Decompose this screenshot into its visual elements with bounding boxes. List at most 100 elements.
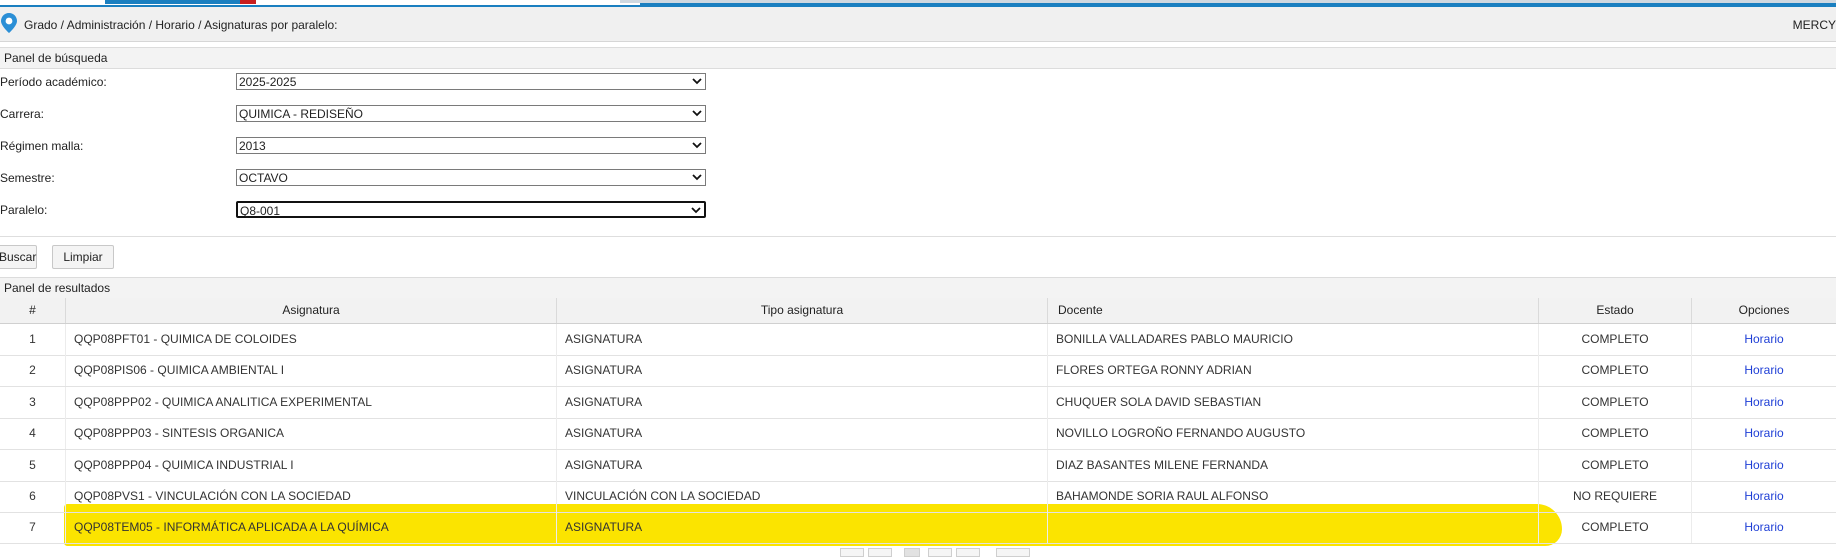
cell-status-text: COMPLETO <box>1581 426 1649 441</box>
cell-options: Horario <box>1692 324 1836 355</box>
cell-teacher: NOVILLO LOGROÑO FERNANDO AUGUSTO <box>1048 418 1539 450</box>
col-header-options: Opciones <box>1738 303 1790 317</box>
schedule-link[interactable]: Horario <box>1744 458 1783 472</box>
cell-type-text: ASIGNATURA <box>565 520 643 535</box>
chevron-down-icon <box>692 110 702 117</box>
breadcrumb: Grado / Administración / Horario / Asign… <box>24 18 338 32</box>
cell-number-text: 2 <box>29 363 36 378</box>
period-label: Período académico: <box>0 75 107 89</box>
schedule-link[interactable]: Horario <box>1744 363 1783 377</box>
page-size-select[interactable] <box>996 548 1030 557</box>
schedule-link[interactable]: Horario <box>1744 395 1783 409</box>
cell-type-text: VINCULACIÓN CON LA SOCIEDAD <box>565 489 761 503</box>
cell-subject-text: QQP08PPP02 - QUIMICA ANALITICA EXPERIMEN… <box>74 394 372 409</box>
cell-type: ASIGNATURA <box>557 324 1048 355</box>
regime-value: 2013 <box>239 139 266 153</box>
cell-teacher-text: FLORES ORTEGA RONNY ADRIAN <box>1056 363 1252 378</box>
chevron-down-icon <box>692 174 702 181</box>
user-name[interactable]: MERCY <box>1793 18 1836 32</box>
cell-number: 4 <box>0 418 66 450</box>
cell-teacher-text: DIAZ BASANTES MILENE FERNANDA <box>1056 457 1269 472</box>
cell-status: COMPLETO <box>1539 324 1692 355</box>
col-header-number[interactable]: # <box>0 298 66 323</box>
cell-subject: QQP08PFT01 - QUIMICA DE COLOIDES <box>66 324 557 355</box>
cell-subject-text: QQP08PVS1 - VINCULACIÓN CON LA SOCIEDAD <box>74 489 351 503</box>
parallel-value: Q8-001 <box>240 204 281 218</box>
cell-options: Horario <box>1692 387 1836 418</box>
schedule-link[interactable]: Horario <box>1744 426 1783 440</box>
table-row[interactable]: 5 QQP08PPP04 - QUIMICA INDUSTRIAL I ASIGNA… <box>0 449 1836 482</box>
cell-options: Horario <box>1692 418 1836 449</box>
cell-type: ASIGNATURA <box>557 512 1048 544</box>
current-page-button[interactable] <box>904 548 920 557</box>
parallel-row: Paralelo: Q8-001 <box>0 200 760 222</box>
table-row[interactable]: 2 QQP08PIS06 - QUIMICA AMBIENTAL I ASIGNAT… <box>0 355 1836 388</box>
cell-subject: QQP08PIS06 - QUIMICA AMBIENTAL I <box>66 355 557 387</box>
table-row[interactable]: 4 QQP08PPP03 - SINTESIS ORGANICA ASIGNATUR… <box>0 418 1836 451</box>
location-pin-icon <box>1 13 17 33</box>
cell-number-text: 7 <box>29 520 36 535</box>
cell-status-text: NO REQUIERE <box>1572 489 1657 503</box>
next-page-button[interactable] <box>928 548 952 557</box>
cell-status-text: COMPLETO <box>1581 394 1649 409</box>
col-header-type[interactable]: Tipo asignatura <box>557 298 1048 323</box>
cell-type-text: ASIGNATURA <box>565 426 643 441</box>
career-select[interactable]: QUIMICA - REDISEÑO <box>236 105 706 122</box>
cell-subject: QQP08TEM05 - INFORMÁTICA APLICADA A LA Q… <box>66 512 557 544</box>
semester-label: Semestre: <box>0 171 55 185</box>
table-row[interactable]: 1 QQP08PFT01 - QUIMICA DE COLOIDES ASIGNAT… <box>0 324 1836 356</box>
semester-select[interactable]: OCTAVO <box>236 169 706 186</box>
cell-teacher <box>1048 512 1539 544</box>
cell-status: COMPLETO <box>1539 386 1692 418</box>
col-header-status[interactable]: Estado <box>1539 298 1692 323</box>
schedule-link[interactable]: Horario <box>1744 489 1783 503</box>
search-button[interactable]: Buscar <box>0 245 37 269</box>
cell-status: COMPLETO <box>1539 449 1692 481</box>
cell-type-text: ASIGNATURA <box>565 332 643 346</box>
parallel-select[interactable]: Q8-001 <box>236 201 706 218</box>
results-panel-header: Panel de resultados <box>0 277 1836 299</box>
top-tab-area <box>0 0 640 5</box>
first-page-button[interactable] <box>840 548 864 557</box>
cell-teacher: CHUQUER SOLA DAVID SEBASTIAN <box>1048 386 1539 418</box>
schedule-link[interactable]: Horario <box>1744 332 1783 346</box>
schedule-link[interactable]: Horario <box>1744 520 1783 534</box>
cell-status: COMPLETO <box>1539 512 1692 544</box>
career-value: QUIMICA - REDISEÑO <box>239 107 364 121</box>
last-page-button[interactable] <box>956 548 980 557</box>
col-header-teacher[interactable]: Docente <box>1048 298 1539 323</box>
prev-page-button[interactable] <box>868 548 892 557</box>
top-strip <box>0 0 1836 7</box>
table-row[interactable]: 7 QQP08TEM05 - INFORMÁTICA APLICADA A LA … <box>0 512 1836 545</box>
cell-type: VINCULACIÓN CON LA SOCIEDAD <box>557 481 1048 512</box>
cell-subject-text: QQP08PPP04 - QUIMICA INDUSTRIAL I <box>74 457 294 472</box>
chevron-down-icon <box>692 142 702 149</box>
cell-options: Horario <box>1692 481 1836 512</box>
cell-status: COMPLETO <box>1539 355 1692 387</box>
cell-options: Horario <box>1692 355 1836 386</box>
table-row[interactable]: 6 QQP08PVS1 - VINCULACIÓN CON LA SOCIEDAD… <box>0 481 1836 513</box>
top-tab-red-mark <box>240 0 256 4</box>
cell-type: ASIGNATURA <box>557 418 1048 450</box>
top-tab-accent <box>105 0 255 4</box>
search-divider <box>0 236 1836 237</box>
table-row[interactable]: 3 QQP08PPP02 - QUIMICA ANALITICA EXPERIME… <box>0 386 1836 419</box>
cell-teacher-text: NOVILLO LOGROÑO FERNANDO AUGUSTO <box>1056 426 1306 441</box>
period-select[interactable]: 2025-2025 <box>236 73 706 90</box>
cell-teacher-text: CHUQUER SOLA DAVID SEBASTIAN <box>1056 394 1262 409</box>
cell-type-text: ASIGNATURA <box>565 363 643 378</box>
cell-teacher: DIAZ BASANTES MILENE FERNANDA <box>1048 449 1539 481</box>
cell-teacher-text: BAHAMONDE SORIA RAUL ALFONSO <box>1056 489 1269 503</box>
period-row: Período académico: 2025-2025 <box>0 72 760 94</box>
cell-subject-text: QQP08PFT01 - QUIMICA DE COLOIDES <box>74 332 297 346</box>
cell-subject-text: QQP08TEM05 - INFORMÁTICA APLICADA A LA Q… <box>74 520 389 535</box>
cell-status-text: COMPLETO <box>1581 457 1649 472</box>
cell-number-text: 3 <box>29 394 36 409</box>
regime-select[interactable]: 2013 <box>236 137 706 154</box>
cell-teacher: BAHAMONDE SORIA RAUL ALFONSO <box>1048 481 1539 512</box>
top-strip-line <box>620 0 1836 3</box>
col-header-subject[interactable]: Asignatura <box>66 298 557 323</box>
table-header: # Asignatura Tipo asignatura Docente Est… <box>0 298 1836 324</box>
cell-number-text: 6 <box>29 489 36 503</box>
clear-button[interactable]: Limpiar <box>52 245 114 269</box>
